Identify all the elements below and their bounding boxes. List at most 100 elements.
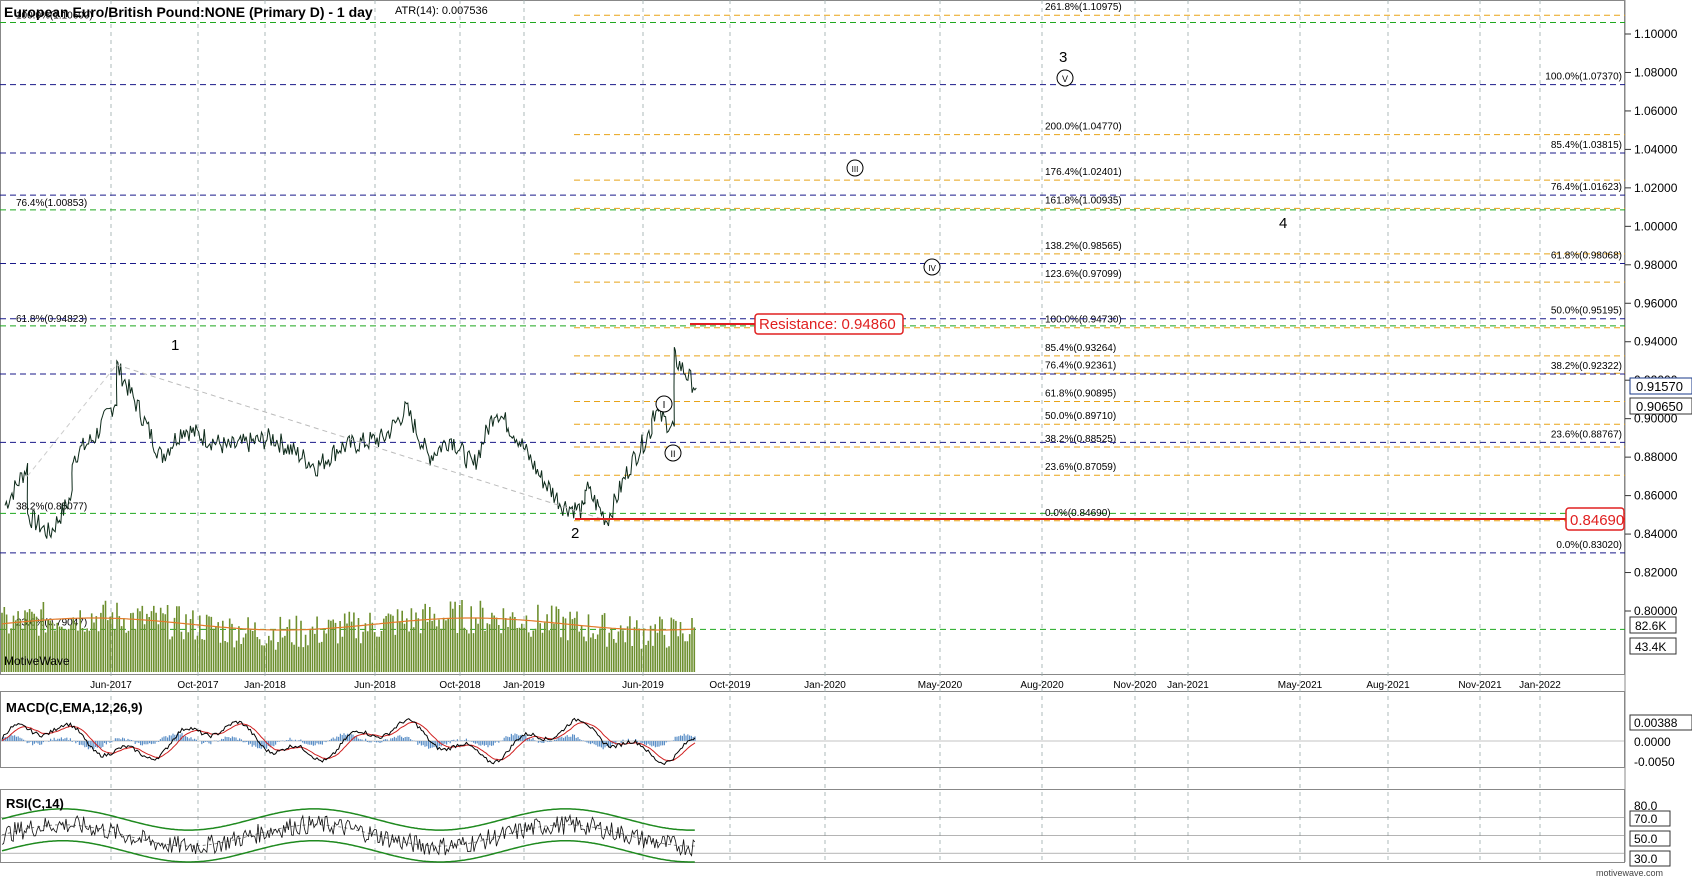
svg-text:0.91570: 0.91570: [1636, 379, 1683, 394]
price-tick-2: 1.06000: [1634, 104, 1678, 118]
price-tick-14: 0.82000: [1634, 566, 1678, 580]
wave-1-label: 1: [171, 337, 179, 354]
wave-ii-circle: II: [664, 444, 682, 462]
fib-mid-label-12: 23.6%(0.87059): [1045, 462, 1116, 473]
fib-right-label-6: 23.6%(0.88767): [1551, 429, 1622, 440]
watermark: MotiveWave: [4, 654, 70, 668]
svg-text:IV: IV: [928, 264, 936, 273]
fib-mid-label-6: 100.0%(0.94730): [1045, 315, 1122, 326]
fib-mid-label-7: 85.4%(0.93264): [1045, 343, 1116, 354]
macd-panel: [0, 691, 1625, 768]
fib-mid-label-10: 50.0%(0.89710): [1045, 411, 1116, 422]
time-tick-0: Jun-2017: [90, 680, 132, 691]
fib-left-label-3: 38.2%(0.85077): [16, 501, 87, 512]
price-tick-4: 1.02000: [1634, 181, 1678, 195]
rsi-tag-50: 50.0: [1629, 830, 1671, 847]
price-tick-3: 1.04000: [1634, 142, 1678, 156]
rsi-title: RSI(C,14): [6, 796, 64, 811]
svg-text:0.84690: 0.84690: [1570, 512, 1624, 529]
rsi-tag-30: 30.0: [1629, 850, 1671, 867]
atr-label: ATR(14): 0.007536: [395, 5, 488, 17]
chart-canvas: 100.0%(1.10600)76.4%(1.00853)61.8%(0.948…: [0, 0, 1692, 878]
fib-mid-label-0: 261.8%(1.10975): [1045, 2, 1122, 13]
fib-mid-label-11: 38.2%(0.88525): [1045, 434, 1116, 445]
svg-text:0.00388: 0.00388: [1634, 716, 1678, 730]
price-tick-13: 0.84000: [1634, 527, 1678, 541]
resistance-label: Resistance: 0.94860: [759, 316, 896, 333]
fib-left-label-2: 61.8%(0.94823): [16, 314, 87, 325]
svg-text:50.0: 50.0: [1634, 832, 1658, 846]
price-tick-5: 1.00000: [1634, 219, 1678, 233]
wave-2-label: 2: [571, 525, 579, 542]
fib-mid-label-1: 200.0%(1.04770): [1045, 122, 1122, 133]
fib-mid-label-5: 123.6%(0.97099): [1045, 269, 1122, 280]
fib-right-label-1: 85.4%(1.03815): [1551, 140, 1622, 151]
chart-title: European Euro/British Pound:NONE (Primar…: [4, 4, 373, 20]
second-price-tag: 0.90650: [1629, 397, 1692, 415]
wave-3-label: 3: [1059, 49, 1067, 66]
time-tick-16: Jan-2022: [1519, 680, 1561, 691]
volume-tag-1: 82.6K: [1629, 616, 1677, 634]
fib-mid-label-13: 0.0%(0.84690): [1045, 508, 1111, 519]
time-tick-2: Jan-2018: [244, 680, 286, 691]
svg-text:70.0: 70.0: [1634, 812, 1658, 826]
macd-tick-zero: 0.0000: [1634, 735, 1671, 749]
time-tick-11: Nov-2020: [1113, 680, 1157, 691]
svg-text:III: III: [852, 165, 859, 174]
macd-title: MACD(C,EMA,12,26,9): [6, 700, 143, 715]
price-axis: 1.10000 1.08000 1.06000 1.04000 1.02000 1.000…: [1625, 27, 1678, 618]
fib-mid-label-8: 76.4%(0.92361): [1045, 360, 1116, 371]
macd-tag-top: 0.00388: [1629, 714, 1692, 731]
price-panel: [0, 0, 1625, 675]
svg-text:0.90650: 0.90650: [1636, 399, 1683, 414]
time-tick-7: Oct-2019: [709, 680, 751, 691]
fib-right-label-4: 50.0%(0.95195): [1551, 306, 1622, 317]
fib-right-label-0: 100.0%(1.07370): [1545, 72, 1622, 83]
price-tick-11: 0.88000: [1634, 450, 1678, 464]
svg-text:V: V: [1062, 74, 1068, 84]
time-tick-4: Oct-2018: [439, 680, 481, 691]
fib-left-label-1: 76.4%(1.00853): [16, 198, 87, 209]
svg-text:43.4K: 43.4K: [1635, 640, 1666, 654]
wave-iv-circle: IV: [923, 258, 941, 276]
time-tick-10: Aug-2020: [1020, 680, 1064, 691]
price-tick-6: 0.98000: [1634, 258, 1678, 272]
time-tick-6: Jun-2019: [622, 680, 664, 691]
wave-v-circle: V: [1056, 69, 1074, 87]
time-tick-5: Jan-2019: [503, 680, 545, 691]
time-tick-1: Oct-2017: [177, 680, 219, 691]
time-tick-9: May-2020: [918, 680, 963, 691]
fib-mid-label-2: 176.4%(1.02401): [1045, 167, 1122, 178]
time-tick-12: Jan-2021: [1167, 680, 1209, 691]
last-price-tag: 0.91570: [1629, 377, 1692, 395]
svg-text:30.0: 30.0: [1634, 852, 1658, 866]
volume-tag-2: 43.4K: [1629, 637, 1677, 655]
time-tick-8: Jan-2020: [804, 680, 846, 691]
rsi-panel: [0, 789, 1625, 863]
time-tick-3: Jun-2018: [354, 680, 396, 691]
time-tick-14: Aug-2021: [1366, 680, 1410, 691]
price-tick-8: 0.94000: [1634, 335, 1678, 349]
footer-brand: motivewave.com: [1596, 868, 1663, 878]
wave-4-label: 4: [1279, 215, 1287, 232]
svg-text:I: I: [663, 400, 666, 411]
price-tick-7: 0.96000: [1634, 296, 1678, 310]
time-tick-15: Nov-2021: [1458, 680, 1502, 691]
fib-mid-label-4: 138.2%(0.98565): [1045, 241, 1122, 252]
price-tick-0: 1.10000: [1634, 27, 1678, 41]
price-tick-12: 0.86000: [1634, 489, 1678, 503]
rsi-tag-70: 70.0: [1629, 810, 1671, 827]
fib-right-label-3: 61.8%(0.98068): [1551, 250, 1622, 261]
wave-i-circle: I: [655, 395, 673, 413]
fib-right-label-2: 76.4%(1.01623): [1551, 182, 1622, 193]
svg-text:82.6K: 82.6K: [1635, 619, 1666, 633]
fib-right-label-7: 0.0%(0.83020): [1556, 540, 1622, 551]
fib-right-label-5: 38.2%(0.92322): [1551, 361, 1622, 372]
wave-iii-circle: III: [846, 159, 864, 177]
fib-mid-label-9: 61.8%(0.90895): [1045, 388, 1116, 399]
time-axis: Jun-2017 Oct-2017 Jan-2018 Jun-2018 Oct-2018…: [90, 680, 1561, 691]
price-tick-15: 0.80000: [1634, 604, 1678, 618]
fib-mid-label-3: 161.8%(1.00935): [1045, 195, 1122, 206]
support-price-tag[interactable]: 0.84690: [1565, 507, 1625, 531]
price-tick-1: 1.08000: [1634, 65, 1678, 79]
